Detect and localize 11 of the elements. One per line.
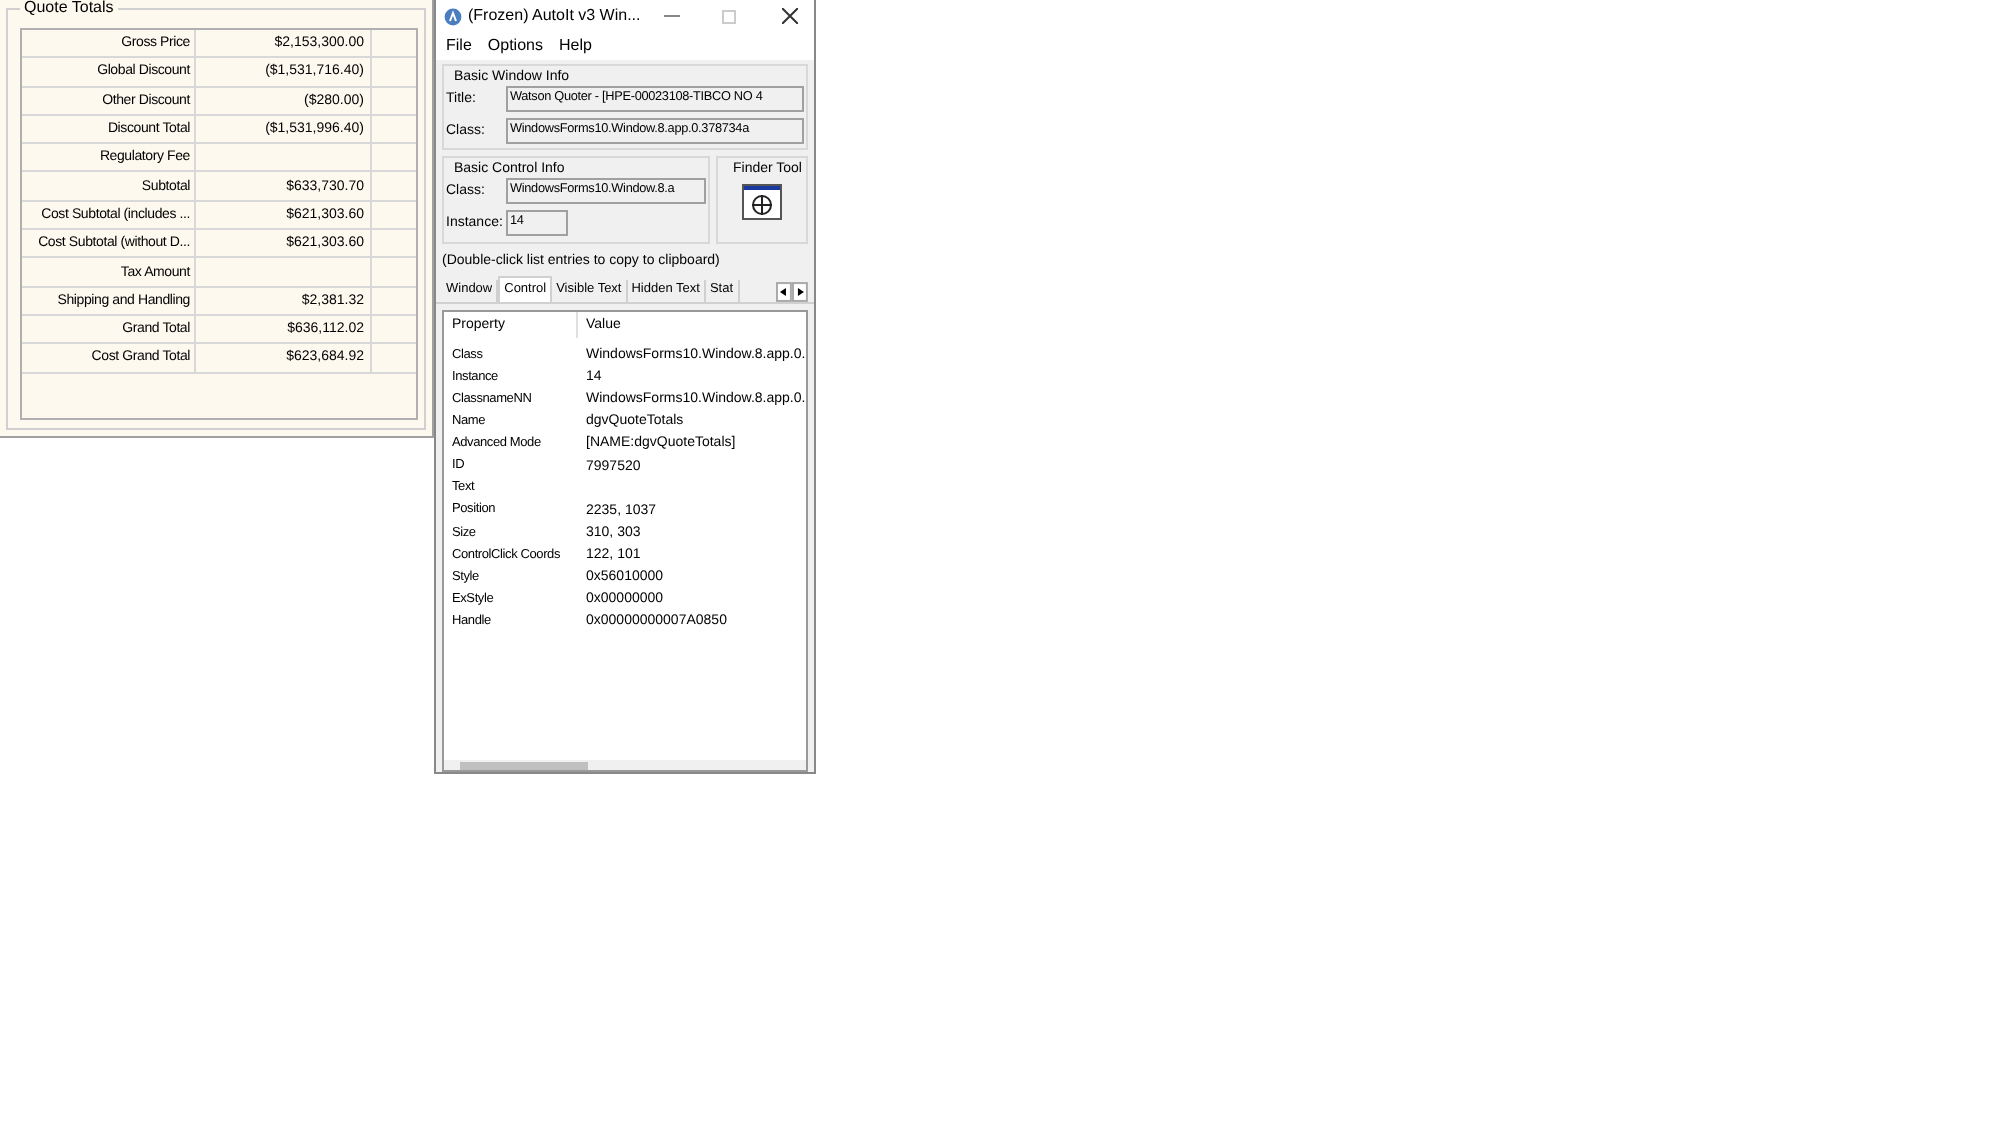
menu-item[interactable]: File <box>446 38 472 54</box>
menu-item[interactable]: Options <box>487 38 543 54</box>
crosshair-icon[interactable] <box>742 184 782 220</box>
scroll-right-icon[interactable] <box>792 282 808 302</box>
horizontal-scrollbar[interactable] <box>444 760 806 770</box>
app-icon <box>444 7 462 25</box>
scroll-left-icon[interactable] <box>776 282 793 302</box>
group-title: Quote Totals <box>20 0 118 16</box>
menu-item[interactable]: Help <box>558 38 592 54</box>
close-icon[interactable] <box>782 8 798 24</box>
window-title: (Frozen) AutoIt v3 Win... <box>468 8 641 24</box>
